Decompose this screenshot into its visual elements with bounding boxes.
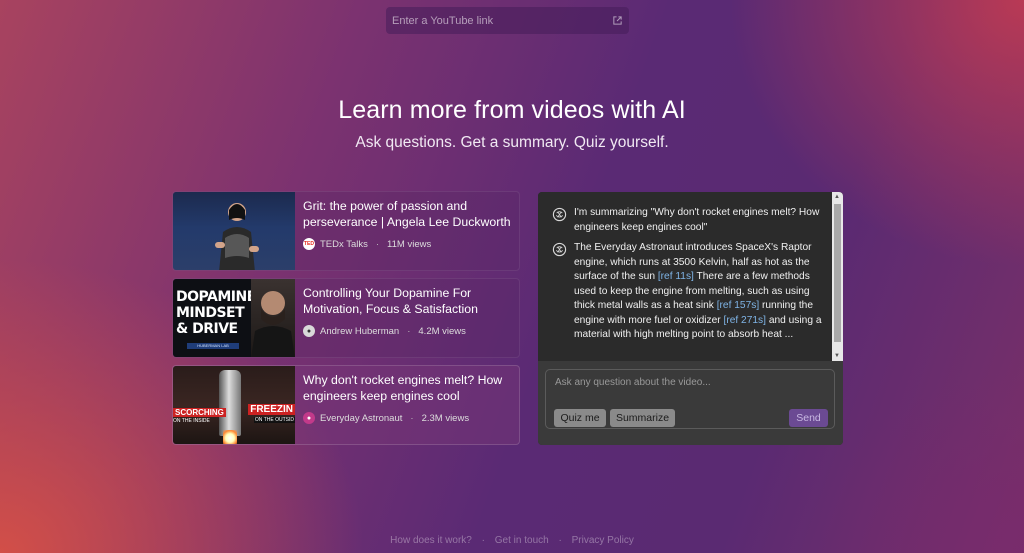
avatar-icon: ● — [303, 412, 315, 424]
assistant-avatar-icon — [552, 242, 567, 257]
youtube-link-input[interactable] — [392, 14, 611, 27]
separator-dot: · — [410, 412, 414, 424]
timestamp-reference-link[interactable]: [ref 11s] — [658, 271, 694, 282]
footer-separator: · — [558, 535, 562, 546]
get-in-touch-link[interactable]: Get in touch — [495, 535, 549, 546]
chat-messages[interactable]: I'm summarizing "Why don't rocket engine… — [538, 192, 843, 361]
video-thumbnail — [173, 192, 295, 270]
how-it-works-link[interactable]: How does it work? — [390, 535, 472, 546]
view-count: 2.3M views — [421, 412, 470, 424]
video-list: Grit: the power of passion and persevera… — [172, 191, 520, 452]
video-title[interactable]: Grit: the power of passion and persevera… — [303, 198, 511, 232]
thumbnail-badge: HUBERMAN LAB — [187, 343, 239, 349]
scroll-up-arrow-icon[interactable]: ▲ — [834, 194, 840, 200]
video-card-dopamine[interactable]: DOPAMINE MINDSET & DRIVE HUBERMAN LAB Co… — [172, 278, 520, 358]
thumbnail-text: SCORCHING — [173, 408, 226, 417]
page-subtitle: Ask questions. Get a summary. Quiz yours… — [355, 134, 669, 151]
message-text-segment: I'm summarizing "Why don't rocket engine… — [574, 207, 820, 233]
video-title[interactable]: Why don't rocket engines melt? How engin… — [303, 372, 511, 406]
thumbnail-text: ON THE INSIDE — [173, 418, 210, 424]
summarize-button[interactable]: Summarize — [610, 409, 675, 427]
timestamp-reference-link[interactable]: [ref 157s] — [717, 300, 759, 311]
chat-message: The Everyday Astronaut introduces SpaceX… — [552, 241, 831, 343]
scrollbar-thumb[interactable] — [834, 204, 841, 342]
footer: How does it work? · Get in touch · Priva… — [0, 535, 1024, 546]
channel-name: Andrew Huberman — [320, 325, 400, 337]
avatar-icon: ● — [303, 325, 315, 337]
thumbnail-text: DOPAMINE MINDSET & DRIVE — [176, 289, 256, 337]
scroll-down-arrow-icon[interactable]: ▼ — [834, 353, 840, 359]
rocket-image — [219, 370, 241, 436]
chat-input-box: Quiz me Summarize Send — [545, 369, 835, 429]
channel-name: TEDx Talks — [320, 238, 368, 250]
chat-scrollbar[interactable]: ▲ ▼ — [832, 192, 843, 361]
speaker-image — [215, 203, 259, 270]
quiz-me-button[interactable]: Quiz me — [554, 409, 606, 427]
assistant-avatar-icon — [552, 207, 567, 222]
footer-separator: · — [481, 535, 485, 546]
thumbnail-text: ON THE OUTSID — [253, 417, 295, 423]
timestamp-reference-link[interactable]: [ref 271s] — [724, 315, 766, 326]
chat-panel: I'm summarizing "Why don't rocket engine… — [538, 192, 843, 445]
video-thumbnail: DOPAMINE MINDSET & DRIVE HUBERMAN LAB — [173, 279, 295, 357]
video-thumbnail: SCORCHING ON THE INSIDE FREEZIN ON THE O… — [173, 366, 295, 444]
privacy-policy-link[interactable]: Privacy Policy — [572, 535, 634, 546]
video-card-grit[interactable]: Grit: the power of passion and persevera… — [172, 191, 520, 271]
external-link-icon[interactable] — [611, 15, 623, 27]
question-input[interactable] — [555, 377, 825, 388]
separator-dot: · — [407, 325, 411, 337]
host-image — [251, 279, 295, 357]
flame-image — [223, 430, 237, 444]
view-count: 11M views — [387, 238, 432, 250]
page-title: Learn more from videos with AI — [338, 96, 686, 124]
ted-logo-icon: TED — [303, 238, 315, 250]
thumbnail-text: FREEZIN — [248, 404, 295, 415]
send-button[interactable]: Send — [789, 409, 828, 427]
youtube-link-bar — [386, 7, 629, 34]
video-title[interactable]: Controlling Your Dopamine For Motivation… — [303, 285, 511, 319]
chat-message-text: The Everyday Astronaut introduces SpaceX… — [574, 241, 824, 343]
separator-dot: · — [375, 238, 380, 250]
video-card-rocket[interactable]: SCORCHING ON THE INSIDE FREEZIN ON THE O… — [172, 365, 520, 445]
channel-name: Everyday Astronaut — [320, 412, 403, 424]
chat-input-area: Quiz me Summarize Send — [538, 361, 843, 445]
chat-message-text: I'm summarizing "Why don't rocket engine… — [574, 206, 824, 235]
view-count: 4.2M views — [418, 325, 466, 337]
chat-message: I'm summarizing "Why don't rocket engine… — [552, 206, 831, 235]
